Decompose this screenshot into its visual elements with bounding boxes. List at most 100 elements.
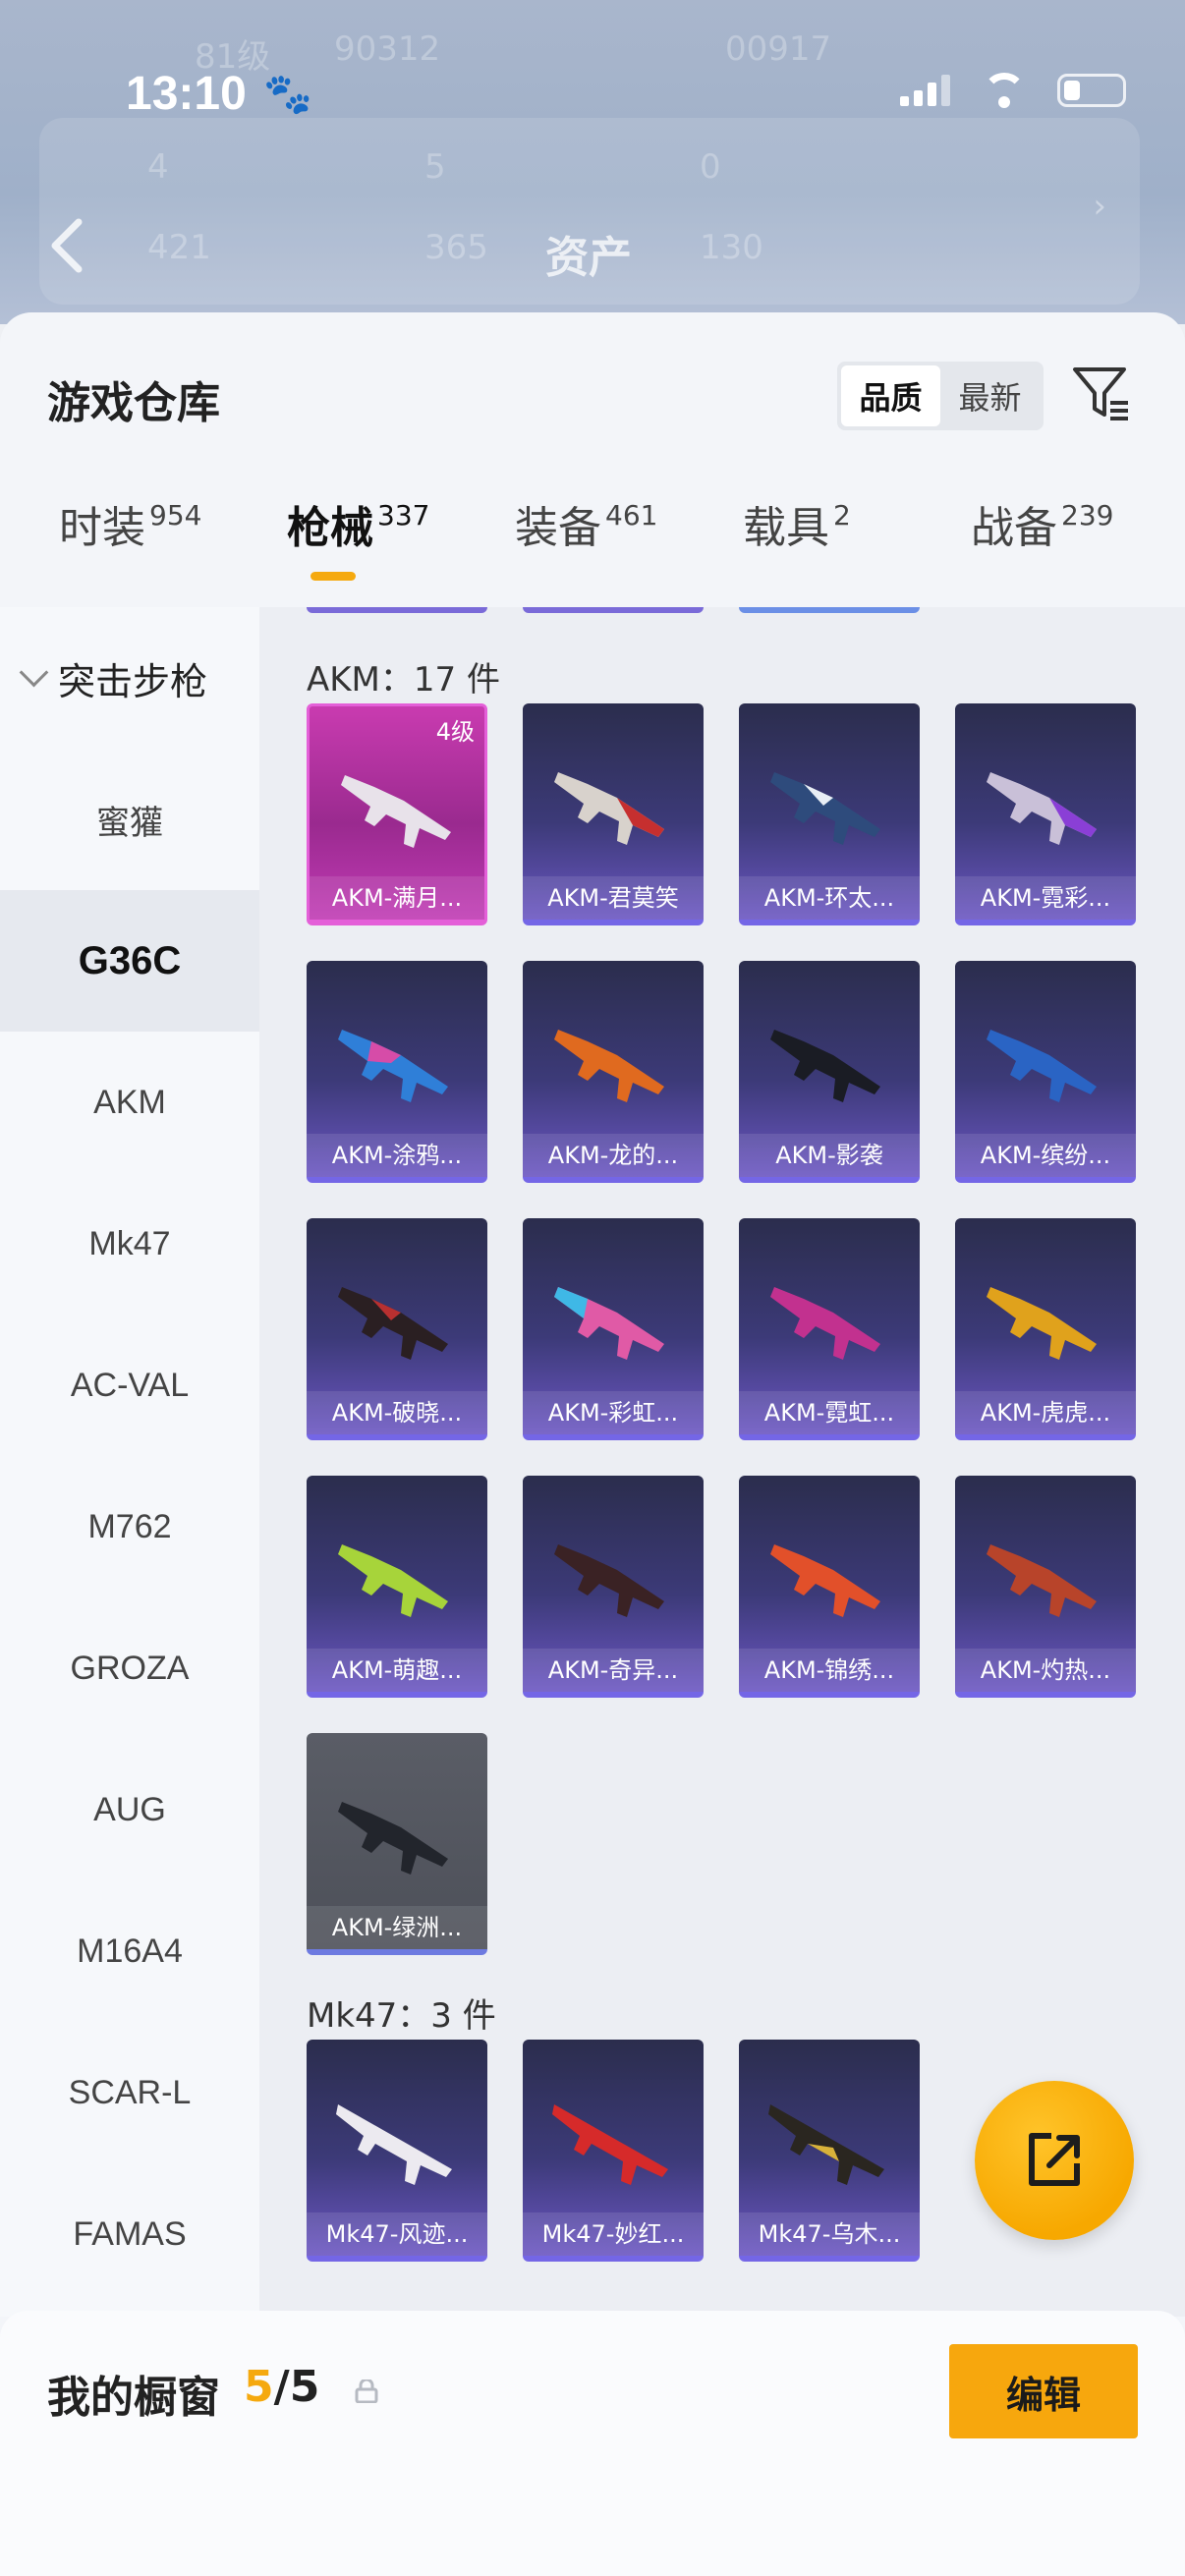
filter-icon[interactable] bbox=[1071, 364, 1132, 424]
signal-icon bbox=[900, 75, 951, 106]
skin-card[interactable]: AKM-龙的... bbox=[523, 961, 704, 1183]
skin-card[interactable]: AKM-破晓... bbox=[307, 1218, 487, 1440]
sidebar-group-label: 突击步枪 bbox=[58, 659, 208, 703]
faded-stat-4: 421 bbox=[147, 228, 211, 267]
rifle-icon bbox=[770, 1030, 880, 1102]
skin-card[interactable]: AKM-绿洲... bbox=[307, 1733, 487, 1955]
rifle-icon bbox=[768, 2104, 884, 2185]
skin-card[interactable]: AKM-影袭 bbox=[739, 961, 920, 1183]
skin-name: AKM-绿洲... bbox=[307, 1906, 487, 1949]
sort-newest-button[interactable]: 最新 bbox=[940, 365, 1040, 426]
sidebar-item-g36c[interactable]: G36C bbox=[0, 890, 259, 1032]
showcase-total: 5 bbox=[289, 2362, 320, 2412]
tab-count: 239 bbox=[1061, 499, 1114, 532]
sidebar-item-m762[interactable]: M762 bbox=[0, 1456, 259, 1597]
skin-level: 4级 bbox=[435, 718, 475, 746]
weapon-skin-grid: AKM：17 件 4级 AKM-满月... AKM-君莫笑 AKM-环太... … bbox=[259, 607, 1185, 2317]
skin-card[interactable]: AKM-霓彩... bbox=[955, 703, 1136, 925]
sidebar-item-mk47[interactable]: Mk47 bbox=[0, 1173, 259, 1315]
rifle-icon bbox=[338, 1802, 448, 1875]
skin-name: AKM-霓彩... bbox=[955, 876, 1136, 920]
rifle-icon bbox=[770, 1544, 880, 1617]
header-title: 资产 bbox=[545, 233, 632, 283]
skin-card[interactable]: Mk47-乌木... bbox=[739, 2040, 920, 2262]
tab-equipment[interactable]: 装备 461 bbox=[515, 499, 657, 607]
sidebar-item-aug[interactable]: AUG bbox=[0, 1739, 259, 1880]
sidebar-item-akm[interactable]: AKM bbox=[0, 1032, 259, 1173]
skin-card[interactable]: Mk47-风迹... bbox=[307, 2040, 487, 2262]
sidebar-item-honey-badger[interactable]: 蜜獾 bbox=[0, 749, 259, 890]
rifle-icon bbox=[338, 1544, 448, 1617]
faded-stat-3: 0 bbox=[700, 147, 721, 187]
skin-name: Mk47-风迹... bbox=[307, 2212, 487, 2256]
showcase-title: 我的橱窗 bbox=[47, 2373, 220, 2423]
rifle-icon bbox=[770, 772, 880, 845]
skin-card[interactable]: AKM-彩虹... bbox=[523, 1218, 704, 1440]
sidebar-item-scar-l[interactable]: SCAR-L bbox=[0, 2022, 259, 2163]
sidebar-item-ac-val[interactable]: AC-VAL bbox=[0, 1315, 259, 1456]
tab-count: 337 bbox=[377, 499, 430, 532]
sidebar-item-m16a4[interactable]: M16A4 bbox=[0, 1880, 259, 2022]
tab-firearms[interactable]: 枪械 337 bbox=[287, 499, 429, 607]
tab-active-indicator bbox=[310, 572, 356, 581]
rifle-icon bbox=[554, 1544, 664, 1617]
background-header: 81级 90312 00917 4 5 0 421 365 130 13:10 … bbox=[0, 0, 1185, 324]
battery-icon bbox=[1057, 74, 1126, 107]
skin-name: AKM-萌趣... bbox=[307, 1649, 487, 1692]
skin-name: AKM-破晓... bbox=[307, 1391, 487, 1434]
sidebar-item-famas[interactable]: FAMAS bbox=[0, 2163, 259, 2305]
tab-fashion[interactable]: 时装 954 bbox=[59, 499, 201, 607]
rifle-icon bbox=[341, 775, 451, 848]
skin-name: AKM-奇异... bbox=[523, 1649, 704, 1692]
tab-label: 枪械 bbox=[287, 503, 373, 553]
skin-name: AKM-君莫笑 bbox=[523, 876, 704, 920]
skin-name: AKM-环太... bbox=[739, 876, 920, 920]
faded-stat-5: 365 bbox=[424, 228, 488, 267]
skin-name: AKM-龙的... bbox=[523, 1134, 704, 1177]
showcase-bar: 我的橱窗 5/5 编辑 bbox=[0, 2311, 1185, 2576]
skin-card[interactable]: AKM-缤纷... bbox=[955, 961, 1136, 1183]
lock-icon bbox=[355, 2380, 378, 2403]
tab-battle-gear[interactable]: 战备 239 bbox=[971, 499, 1113, 607]
skin-card[interactable]: AKM-虎虎... bbox=[955, 1218, 1136, 1440]
skin-name: AKM-涂鸦... bbox=[307, 1134, 487, 1177]
back-arrow-icon[interactable] bbox=[47, 216, 86, 275]
rifle-icon bbox=[338, 1287, 448, 1360]
tab-count: 2 bbox=[833, 499, 851, 532]
skin-card[interactable]: AKM-涂鸦... bbox=[307, 961, 487, 1183]
skin-card[interactable]: Mk47-妙红... bbox=[523, 2040, 704, 2262]
sidebar-item-groza[interactable]: GROZA bbox=[0, 1597, 259, 1739]
section-title-mk47: Mk47：3 件 bbox=[307, 1996, 496, 2036]
showcase-separator: / bbox=[273, 2362, 290, 2412]
skin-card[interactable]: AKM-灼热... bbox=[955, 1476, 1136, 1698]
skin-card[interactable]: AKM-环太... bbox=[739, 703, 920, 925]
share-button[interactable] bbox=[975, 2081, 1134, 2240]
sort-quality-button[interactable]: 品质 bbox=[841, 365, 940, 426]
partial-card bbox=[739, 607, 920, 613]
sidebar-group-assault-rifles[interactable]: 突击步枪 bbox=[0, 607, 259, 749]
skin-card[interactable]: AKM-奇异... bbox=[523, 1476, 704, 1698]
skin-card[interactable]: 4级 AKM-满月... bbox=[307, 703, 487, 925]
tab-count: 461 bbox=[605, 499, 658, 532]
skin-card[interactable]: AKM-萌趣... bbox=[307, 1476, 487, 1698]
status-icons bbox=[900, 71, 1126, 110]
skin-name: AKM-影袭 bbox=[739, 1134, 920, 1177]
skin-card[interactable]: AKM-霓虹... bbox=[739, 1218, 920, 1440]
chevron-right-icon: › bbox=[1093, 187, 1106, 226]
rifle-icon bbox=[554, 772, 664, 845]
tab-vehicles[interactable]: 载具 2 bbox=[743, 499, 851, 607]
rifle-icon bbox=[338, 1030, 448, 1102]
rifle-icon bbox=[552, 2104, 668, 2185]
paw-icon: 🐾 bbox=[263, 72, 312, 117]
skin-card[interactable]: AKM-锦绣... bbox=[739, 1476, 920, 1698]
weapon-sidebar: 突击步枪 蜜獾 G36C AKM Mk47 AC-VAL M762 GROZA … bbox=[0, 607, 259, 2317]
skin-card[interactable]: AKM-君莫笑 bbox=[523, 703, 704, 925]
rifle-icon bbox=[987, 1030, 1097, 1102]
edit-button[interactable]: 编辑 bbox=[949, 2344, 1138, 2438]
tab-label: 载具 bbox=[743, 503, 829, 553]
rifle-icon bbox=[554, 1030, 664, 1102]
rifle-icon bbox=[554, 1287, 664, 1360]
faded-stat-1: 4 bbox=[147, 147, 169, 187]
faded-score: 90312 bbox=[334, 29, 441, 69]
skin-name: AKM-锦绣... bbox=[739, 1649, 920, 1692]
